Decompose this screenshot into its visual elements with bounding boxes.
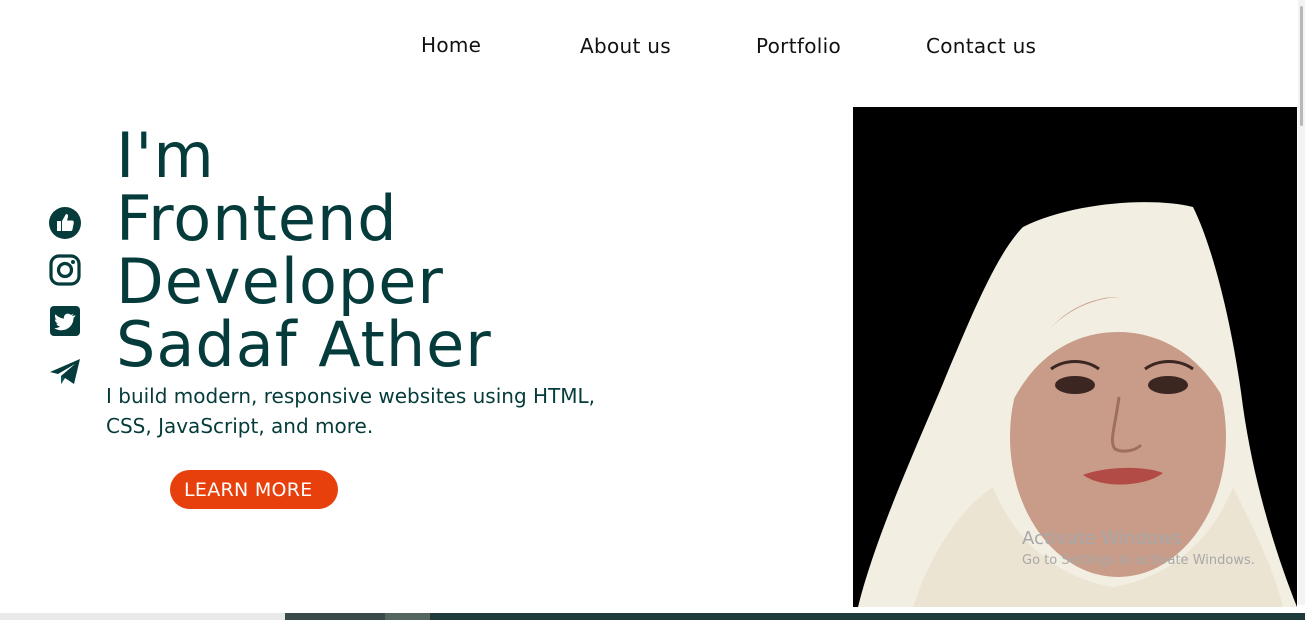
nav-portfolio-link[interactable]: Portfolio [756,34,841,58]
hero-line-im: I'm [116,119,215,192]
scrollbar-thumb[interactable] [1300,6,1303,126]
page-scrollbar[interactable] [1298,0,1305,605]
next-section-preview [0,605,1305,620]
hero-line-name: Sadaf Ather [116,308,492,381]
hero-title: I'm Frontend Developer Sadaf Ather [116,124,492,376]
instagram-icon[interactable] [48,253,82,287]
hero-line-frontend: Frontend [116,182,398,255]
top-nav: Home About us Portfolio Contact us [0,0,1305,100]
twitter-icon[interactable] [48,304,82,338]
telegram-icon[interactable] [48,354,82,388]
windows-activation-watermark: Activate Windows Go to Settings to activ… [1022,528,1255,568]
watermark-title: Activate Windows [1022,528,1182,549]
hero-subtitle: I build modern, responsive websites usin… [106,384,596,438]
next-section-strip [0,613,1305,620]
watermark-subtitle: Go to Settings to activate Windows. [1022,553,1255,568]
learn-more-button[interactable]: LEARN MORE [170,470,338,509]
nav-contact-link[interactable]: Contact us [926,34,1036,58]
nav-home-link[interactable]: Home [421,33,481,57]
thumbs-up-icon[interactable] [48,206,82,240]
nav-about-link[interactable]: About us [580,34,671,58]
hero-line-developer: Developer [116,245,444,318]
